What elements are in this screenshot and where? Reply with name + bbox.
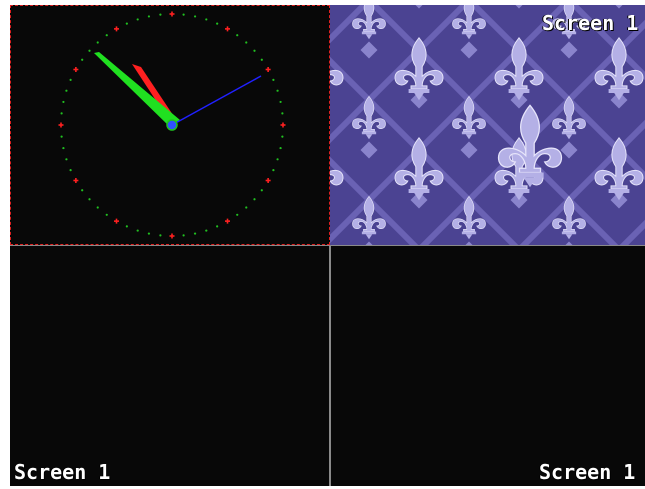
screen-label-bottom-left: Screen 1 [14,460,111,484]
clock-minute-dot [105,213,108,216]
clock-hour-marker [114,218,119,224]
quad-screen-view: Screen 1 Screen 1 Screen 1 [0,0,645,489]
clock-minute-dot [65,89,68,92]
clock-minute-dot [281,135,284,138]
clock-minute-dot [125,225,128,228]
clock-minute-dot [147,232,151,235]
clock-hour-marker [169,11,175,17]
clock-minute-dot [281,112,284,115]
clock-hour-marker [225,218,230,224]
clock-minute-dot [216,22,219,25]
clock-minute-dot [205,18,208,21]
clock-screen-pane[interactable] [10,5,330,245]
clock-minute-dot [260,58,263,61]
clock-minute-hand [94,52,180,128]
clock-minute-dot [260,189,263,192]
clock-hub [166,119,178,131]
clock-minute-dot [216,225,219,228]
fleur-de-lis-pattern [330,5,645,245]
clock-minute-dot [193,15,197,18]
clock-minute-dot [279,100,282,104]
horizontal-divider [10,245,645,246]
clock-minute-dot [81,189,84,192]
clock-minute-dot [236,213,239,216]
clock-minute-dot [276,158,279,161]
screen-label-top-right: Screen 1 [542,11,639,35]
clock-minute-dot [276,89,279,92]
clock-minute-dot [236,34,239,37]
clock-hour-marker [73,67,79,72]
clock-minute-dot [272,78,275,81]
analog-clock [58,11,286,239]
clock-minute-dot [96,41,99,44]
clock-minute-dot [81,58,84,61]
clock-minute-dot [159,234,162,237]
vertical-divider [329,245,331,486]
diamond-background [330,5,645,245]
clock-minute-dot [69,169,72,172]
clock-minute-dot [62,100,65,104]
clock-minute-dot [245,206,248,209]
clock-minute-dot [96,206,99,209]
clock-minute-dot [272,169,275,172]
clock-minute-dot [69,78,72,81]
clock-minute-dot [60,135,63,138]
clock-minute-dot [136,229,139,232]
clock-minute-dot [193,232,197,235]
screen-label-bottom-right: Screen 1 [539,460,636,484]
clock-minute-dot [253,198,256,201]
bottom-left-screen-pane[interactable] [10,246,330,486]
bottom-right-screen-pane[interactable] [331,246,645,486]
clock-hour-marker [265,67,271,72]
clock-minute-dot [136,18,139,21]
clock-hour-marker [265,178,271,183]
clock-minute-dot [245,41,248,44]
clock-minute-dot [182,13,185,16]
clock-hour-marker [73,178,79,183]
clock-minute-dot [88,198,91,201]
clock-minute-dot [279,146,282,150]
clock-hour-marker [169,233,175,239]
clock-hour-marker [280,122,286,128]
clock-minute-dot [88,49,91,52]
wallpaper-screen-pane[interactable] [330,5,645,245]
clock-minute-dot [105,34,108,37]
clock-hour-marker [58,122,64,128]
clock-minute-dot [65,158,68,161]
clock-hour-marker [225,26,230,32]
clock-second-hand [171,75,262,126]
clock-minute-dot [62,146,65,150]
clock-minute-dot [253,49,256,52]
clock-minute-dot [159,13,162,16]
clock-minute-dot [182,234,185,237]
clock-minute-dot [147,15,151,18]
clock-hour-marker [114,26,119,32]
clock-minute-dot [125,22,128,25]
clock-minute-dot [60,112,63,115]
clock-minute-dot [205,229,208,232]
